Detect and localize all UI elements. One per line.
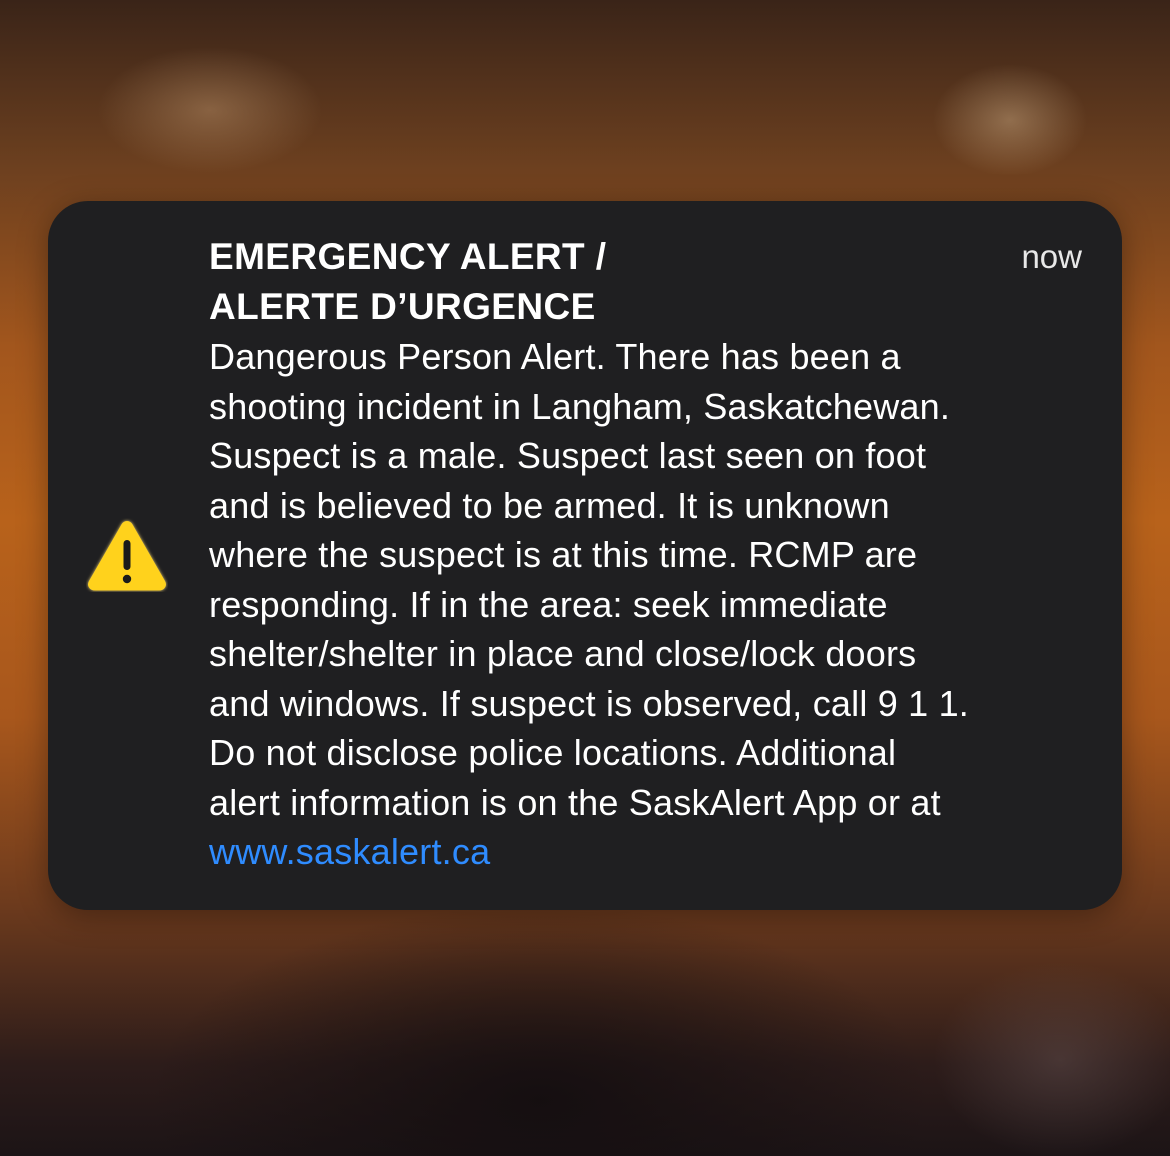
- alert-title-english: EMERGENCY ALERT /: [209, 236, 607, 277]
- alert-body-line: shooting incident in Langham, Saskatchew…: [209, 385, 951, 427]
- saskalert-link[interactable]: www.saskalert.ca: [209, 831, 490, 872]
- alert-title-french: ALERTE D’URGENCE: [209, 286, 596, 327]
- alert-body-line: Do not disclose police locations. Additi…: [209, 732, 897, 773]
- warning-triangle-icon: [88, 521, 166, 591]
- alert-body-line: Suspect is a male. Suspect last seen on …: [209, 435, 927, 476]
- alert-body-line: responding. If in the area: seek immedia…: [209, 583, 888, 625]
- alert-content: EMERGENCY ALERT / ALERTE D’URGENCE Dange…: [209, 232, 1089, 877]
- alert-body-line: where the suspect is at this time. RCMP …: [209, 534, 918, 575]
- alert-body-line: and windows. If suspect is observed, cal…: [209, 682, 969, 724]
- alert-body-line: Dangerous Person Alert. There has been a: [209, 336, 901, 377]
- alert-timestamp: now: [1021, 238, 1082, 275]
- alert-body-line: alert information is on the SaskAlert Ap…: [209, 781, 941, 823]
- alert-body-line: shelter/shelter in place and close/lock …: [209, 633, 917, 674]
- alert-body-line: and is believed to be armed. It is unkno…: [209, 484, 890, 526]
